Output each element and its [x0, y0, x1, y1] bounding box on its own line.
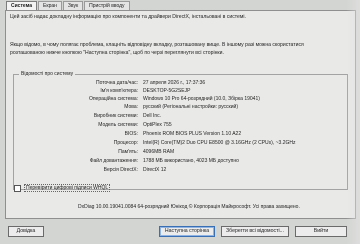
info-value: Phoenix ROM BIOS PLUS Version 1.10 A22 — [143, 131, 242, 137]
tab-display[interactable]: Екран — [38, 1, 62, 10]
info-value: Intel(R) Core(TM)2 Duo CPU E8500 @ 3.16G… — [143, 140, 296, 146]
info-value: Windows 10 Pro 64-розрядний (10.0, Збірк… — [143, 96, 260, 102]
info-row-computer-name: Ім'я комп'ютера: DESKTOP-5G2SEJP — [14, 88, 344, 95]
info-label: Виробник системи: — [93, 113, 138, 119]
help-button[interactable]: Довідка — [8, 226, 44, 237]
system-info-group: Відомості про систему Поточна дата/час: … — [13, 71, 348, 190]
info-value: русский (Регіональні настройки: русский) — [143, 104, 238, 110]
screen-glare — [346, 0, 360, 244]
info-row-directx-version: Версія DirectX: DirectX 12 — [14, 167, 344, 174]
info-value: DESKTOP-5G2SEJP — [143, 88, 191, 94]
info-value: DirectX 12 — [143, 167, 167, 173]
info-label: Версія DirectX: — [103, 167, 138, 173]
tab-sound[interactable]: Звук — [62, 1, 84, 10]
whql-checkbox-label[interactable]: Перевірити цифрові підписи WHQL — [24, 184, 111, 192]
info-row-language: Мова: русский (Регіональні настройки: ру… — [14, 104, 344, 111]
info-label: Процесор: — [113, 140, 138, 146]
info-row-processor: Процесор: Intel(R) Core(TM)2 Duo CPU E85… — [14, 140, 344, 147]
info-row-os: Операційна система: Windows 10 Pro 64-ро… — [14, 96, 344, 103]
directx-diagnostic-window: { "tabs": [ {"label": "Система", "active… — [0, 0, 360, 244]
exit-button[interactable]: Вийти — [295, 226, 347, 237]
tab-bar: Система Екран Звук Пристрій вводу — [6, 1, 131, 11]
info-row-bios: BIOS: Phoenix ROM BIOS PLUS Version 1.10… — [14, 131, 344, 138]
info-label: Операційна система: — [88, 96, 138, 102]
info-row-manufacturer: Виробник системи: Dell Inc. — [14, 113, 344, 120]
info-row-datetime: Поточна дата/час: 27 апреля 2026 г., 17:… — [14, 80, 344, 87]
info-value: OptiPlex 755 — [143, 122, 172, 128]
next-page-button[interactable]: Наступна сторінка — [159, 226, 215, 237]
system-tab-panel: Цей засіб надає докладну інформацію про … — [5, 10, 356, 219]
info-label: Мова: — [124, 104, 138, 110]
system-info-title: Відомості про систему — [19, 71, 76, 77]
info-label: Файл довантаження: — [89, 158, 138, 164]
whql-checkbox[interactable] — [14, 184, 21, 192]
intro-text: Цей засіб надає докладну інформацію про … — [10, 14, 246, 20]
info-label: Ім'я комп'ютера: — [100, 88, 138, 94]
info-row-model: Модель системи: OptiPlex 755 — [14, 122, 344, 129]
save-all-info-button[interactable]: Зберегти всі відомості... — [221, 226, 289, 237]
tab-input[interactable]: Пристрій вводу — [84, 1, 130, 10]
info-label: Модель системи: — [98, 122, 138, 128]
instructions-line: розташованою нижче кнопкою "Наступна сто… — [10, 49, 224, 56]
info-value: 27 апреля 2026 г., 17:37:36 — [143, 80, 206, 86]
info-value: 4096MB RAM — [143, 149, 175, 155]
whql-checkbox-row[interactable]: Перевірити цифрові підписи WHQL — [14, 184, 111, 192]
info-row-page-file: Файл довантаження: 1788 МБ використано, … — [14, 158, 344, 165]
info-value: Dell Inc. — [143, 113, 162, 119]
info-label: BIOS: — [124, 131, 138, 137]
info-label: Пам'ять: — [118, 149, 138, 155]
info-label: Поточна дата/час: — [96, 80, 138, 86]
copyright-footer: DxDiag 10.00.19041.0084 64-розрядний Юні… — [78, 204, 300, 210]
info-value: 1788 МБ використано, 4023 МБ доступно — [143, 158, 239, 164]
info-row-memory: Пам'ять: 4096MB RAM — [14, 149, 344, 156]
instructions-line: Якщо відомо, в чому полягає проблема, кл… — [10, 42, 304, 48]
instructions-text: Якщо відомо, в чому полягає проблема, кл… — [10, 42, 350, 57]
